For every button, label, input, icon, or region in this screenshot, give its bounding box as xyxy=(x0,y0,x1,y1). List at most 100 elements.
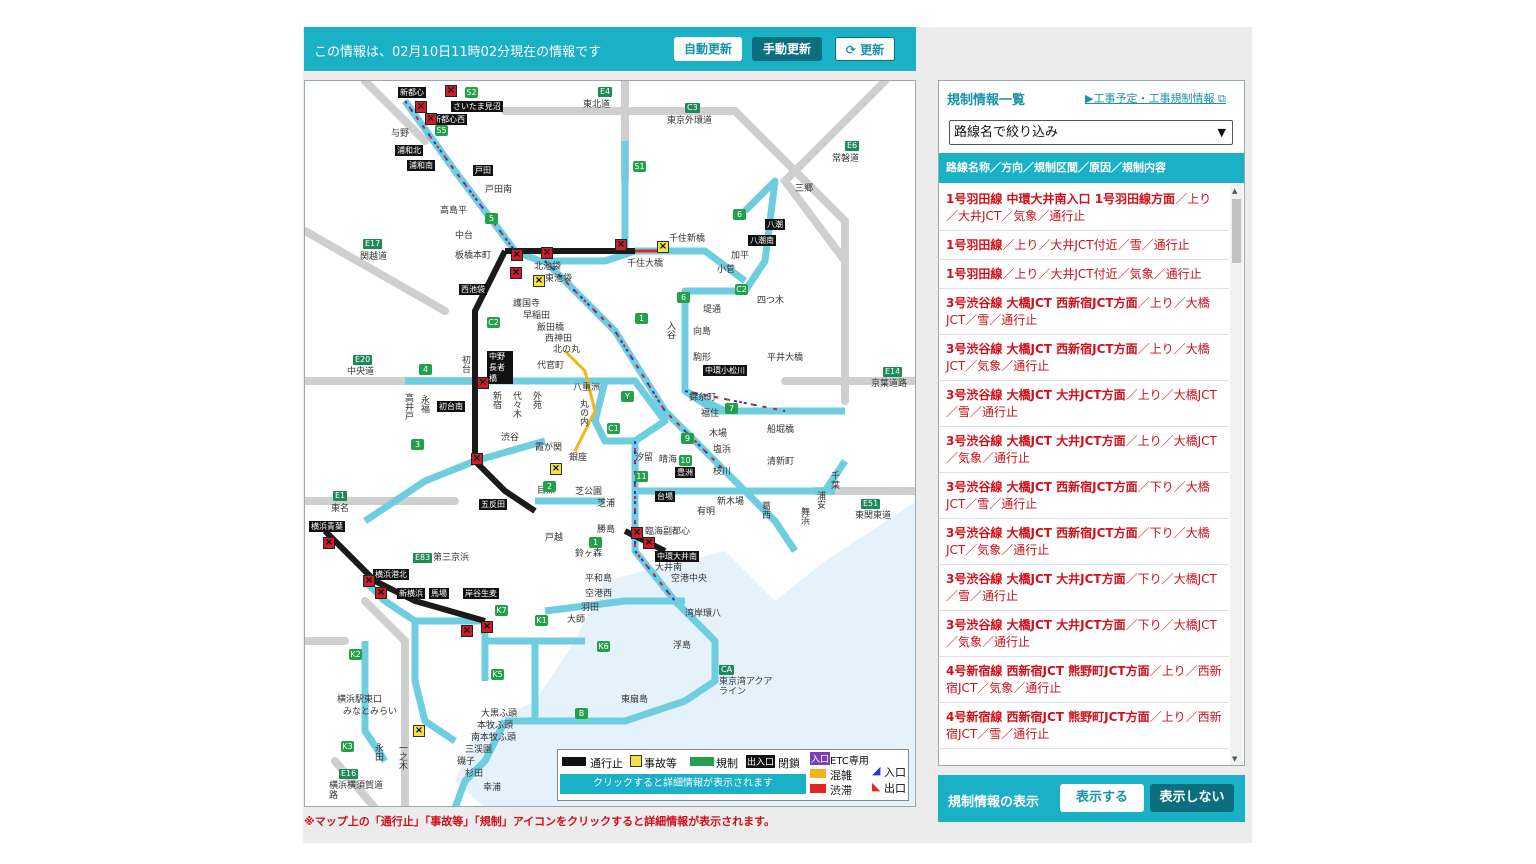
closure-marker[interactable]: × xyxy=(541,247,553,259)
label-itabashi-honcho: 板橋本町 xyxy=(455,251,492,261)
closure-marker[interactable]: × xyxy=(375,587,387,599)
restriction-list-item[interactable]: 3号渋谷線 大橋JCT 大井JCT方面／上り／大橋JCT／雪／通行止 xyxy=(939,381,1229,427)
label-oi-minami: 大井南 xyxy=(655,563,683,573)
hide-restrictions-button[interactable]: 表示しない xyxy=(1150,784,1234,812)
construction-info-link[interactable]: ▶工事予定・工事規制情報 ⧉ xyxy=(1085,90,1226,106)
route-3 xyxy=(363,437,546,524)
restriction-list-scrollbar[interactable]: ▲ ▼ xyxy=(1230,185,1243,765)
legend-right: 入口 ETC専用 混雑 渋滞 ◢ 入口 ◣ 出口 xyxy=(810,752,906,797)
map-graphics xyxy=(305,81,915,806)
show-restrictions-button[interactable]: 表示する xyxy=(1060,784,1144,812)
route-badge-6a: 6 xyxy=(733,209,746,220)
label-takaido: 高井戸 xyxy=(403,393,413,420)
closure-marker[interactable]: × xyxy=(481,621,493,633)
route-badge-k3: K3 xyxy=(341,741,354,752)
closure-marker[interactable]: × xyxy=(323,537,335,549)
restriction-list-item[interactable]: 3号渋谷線 大橋JCT 大井JCT方面／下り／大橋JCT／気象／通行止 xyxy=(939,611,1229,657)
closure-marker[interactable]: × xyxy=(471,453,483,465)
label-fukuzumi: 福住 xyxy=(701,409,720,419)
accident-marker[interactable]: × xyxy=(657,241,669,253)
restriction-route: 3号渋谷線 大橋JCT 西新宿JCT方面 xyxy=(946,480,1138,494)
label-senju-ohashi: 千住大橋 xyxy=(627,259,664,269)
restriction-list-item[interactable]: 3号渋谷線 大橋JCT 大井JCT方面／上り／大橋JCT／気象／通行止 xyxy=(939,427,1229,473)
label-joban: 常磐道 xyxy=(832,154,860,164)
restriction-route: 1号羽田線 xyxy=(946,267,1003,281)
label-harumi: 晴海 xyxy=(659,455,678,465)
closure-marker[interactable]: × xyxy=(445,85,457,97)
restriction-list-item[interactable]: 1号羽田線／上り／大井JCT付近／雪／通行止 xyxy=(939,231,1229,260)
restriction-list-item[interactable]: 3号渋谷線 大橋JCT 西新宿JCT方面／上り／大橋JCT／雪／通行止 xyxy=(939,289,1229,335)
closure-marker[interactable]: × xyxy=(511,249,523,261)
route-k1b xyxy=(411,621,457,744)
route-badge-7: 7 xyxy=(725,403,738,414)
accident-marker[interactable]: × xyxy=(550,463,562,475)
label-kuko-nishi: 空港西 xyxy=(585,589,613,599)
restriction-list-item[interactable]: 1号羽田線 中環大井南入口 1号羽田線方面／上り／大井JCT／気象／通行止 xyxy=(939,185,1229,231)
accident-marker[interactable]: × xyxy=(413,725,425,737)
restriction-list-item[interactable]: 3号渋谷線 大橋JCT 西新宿JCT方面／下り／大橋JCT／気象／通行止 xyxy=(939,519,1229,565)
scrollbar-thumb[interactable] xyxy=(1232,199,1241,263)
closure-marker[interactable]: × xyxy=(461,625,473,637)
closure-marker[interactable]: × xyxy=(415,101,427,113)
label-kinshicho: 錦糸町 xyxy=(689,393,717,403)
scroll-up-icon[interactable]: ▲ xyxy=(1232,187,1237,195)
restriction-list-item[interactable]: 3号渋谷線 大橋JCT 西新宿JCT方面／下り／大橋JCT／雪／通行止 xyxy=(939,473,1229,519)
label-daikoku: 大黒ふ頭 xyxy=(481,709,518,719)
manual-update-button[interactable]: 手動更新 xyxy=(752,37,822,61)
label-daiba: 台場 xyxy=(655,491,675,502)
route-badge-1b: 1 xyxy=(589,537,602,548)
legend-click-note: クリックすると詳細情報が表示されます xyxy=(560,774,806,794)
restriction-list[interactable]: 1号羽田線 中環大井南入口 1号羽田線方面／上り／大井JCT／気象／通行止 1号羽… xyxy=(939,185,1229,765)
route-badge-k5: K5 xyxy=(491,669,504,680)
restriction-list-item[interactable]: 3号渋谷線 大橋JCT 西新宿JCT方面／上り／大橋JCT／気象／通行止 xyxy=(939,335,1229,381)
label-sugita: 杉田 xyxy=(465,769,484,779)
route-filter-select[interactable]: 路線名で絞り込み ▼ xyxy=(949,120,1233,145)
restriction-list-header: 路線名称／方向／規制区間／原因／規制内容 xyxy=(939,153,1244,183)
legend-restriction: 規制 xyxy=(716,757,738,770)
label-daisan-keihin: 第三京浜 xyxy=(433,553,470,563)
route-badge-2: 2 xyxy=(543,481,556,492)
traffic-map[interactable]: 新都心 さいたま見沼 新都心西 与野 浦和北 浦和南 戸田 戸田南 高島平 中台… xyxy=(304,80,916,807)
closure-marker[interactable]: × xyxy=(631,527,643,539)
refresh-button[interactable]: ⟳ 更新 xyxy=(835,37,895,61)
closure-marker[interactable]: × xyxy=(615,239,627,251)
auto-update-button[interactable]: 自動更新 xyxy=(674,37,742,61)
label-isogo: 磯子 xyxy=(457,757,476,767)
construction-info-label: 工事予定・工事規制情報 xyxy=(1093,92,1215,105)
label-komagata: 駒形 xyxy=(693,353,712,363)
label-higashi-ikebukuro: 東池袋 xyxy=(545,274,573,284)
label-shinkiba: 新木場 xyxy=(717,497,745,507)
restriction-list-item[interactable]: 3号渋谷線 大橋JCT 大井JCT方面／下り／大橋JCT／雪／通行止 xyxy=(939,565,1229,611)
restriction-detail: ／上り／大井JCT付近／雪／通行止 xyxy=(1002,238,1190,252)
legend-entrance-icon: ◢ xyxy=(872,764,881,777)
restriction-list-item[interactable]: 4号新宿線 西新宿JCT 熊野町JCT方面／上り／西新宿JCT／気象／通行止 xyxy=(939,657,1229,703)
restriction-list-item[interactable]: 1号羽田線／上り／大井JCT付近／気象／通行止 xyxy=(939,260,1229,289)
label-shintoshin: 新都心 xyxy=(398,87,426,98)
restriction-route: 3号渋谷線 大橋JCT 西新宿JCT方面 xyxy=(946,526,1138,540)
label-chuo: 中央道 xyxy=(347,367,375,377)
route-badge-k1: K1 xyxy=(535,615,548,626)
label-eifuku: 永福 xyxy=(419,395,429,413)
closure-marker[interactable]: × xyxy=(643,537,655,549)
label-nishikanda: 西神田 xyxy=(545,334,573,344)
info-bar: この情報は、02月10日11時02分現在の情報です 自動更新 手動更新 ⟳ 更新 xyxy=(304,27,916,71)
route-badge-c2a: C2 xyxy=(735,284,748,295)
refresh-label: 更新 xyxy=(860,43,885,57)
restriction-route: 3号渋谷線 大橋JCT 西新宿JCT方面 xyxy=(946,296,1138,310)
legend-accident-swatch xyxy=(630,755,642,767)
legend-closed: 通行止 xyxy=(590,757,623,770)
route-badge-b: B xyxy=(575,708,588,719)
closure-marker[interactable]: × xyxy=(477,377,489,389)
closure-marker[interactable]: × xyxy=(363,575,375,587)
label-hatsudai-minami: 初台南 xyxy=(437,401,465,412)
label-kanetsu: 関越道 xyxy=(360,252,388,262)
legend-entrance: 入口 xyxy=(884,766,906,779)
scroll-down-icon[interactable]: ▼ xyxy=(1232,755,1237,763)
closure-marker[interactable]: × xyxy=(510,267,522,279)
label-higashikanto: 東関東道 xyxy=(855,511,892,521)
accident-marker[interactable]: × xyxy=(533,275,545,287)
closure-marker[interactable]: × xyxy=(425,113,437,125)
restriction-list-item[interactable]: 4号新宿線 西新宿JCT 熊野町JCT方面／上り／西新宿JCT／雪／通行止 xyxy=(939,703,1229,749)
label-yotsugi: 四つ木 xyxy=(757,296,785,306)
label-maihama: 舞浜 xyxy=(799,507,809,525)
